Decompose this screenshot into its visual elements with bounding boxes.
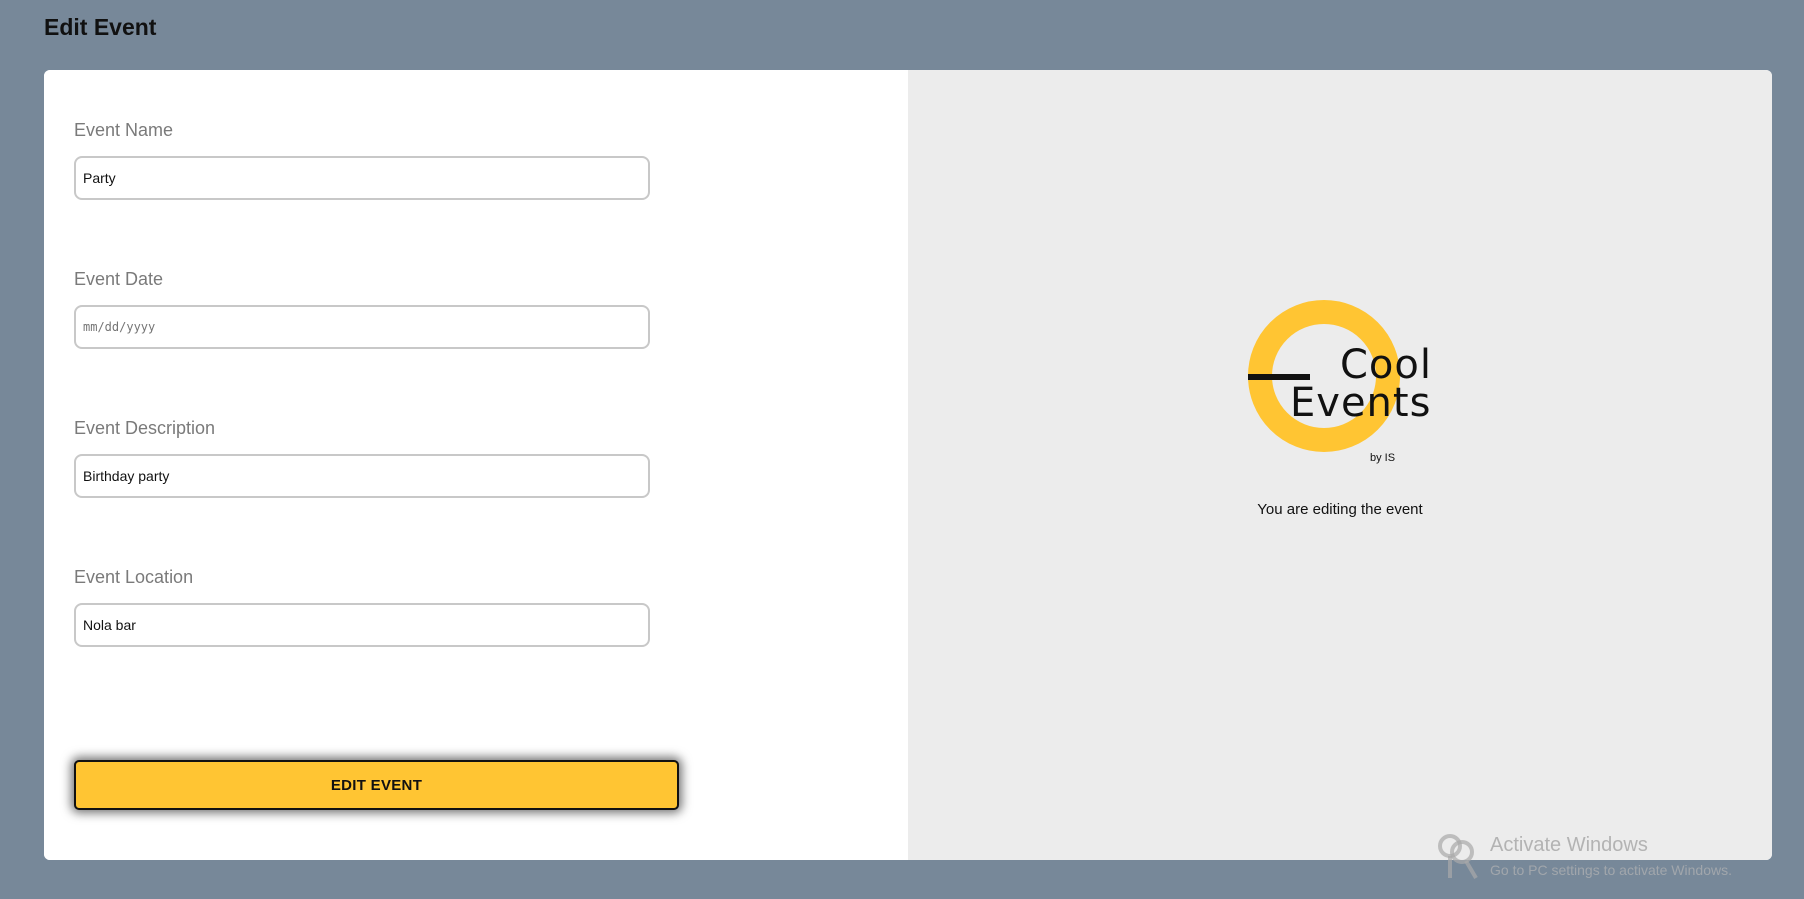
event-description-input[interactable] (74, 454, 650, 498)
cool-events-logo: Cool Events by IS (1248, 300, 1438, 475)
editing-status-text: You are editing the event (1257, 501, 1423, 518)
key-icon (1438, 834, 1478, 880)
event-name-label: Event Name (74, 120, 174, 140)
watermark-title: Activate Windows (1490, 834, 1648, 856)
event-description-label: Event Description (74, 418, 216, 438)
logo-byline: by IS (1370, 452, 1396, 464)
edit-event-form: Event Name Event Date Event Description … (44, 70, 908, 860)
watermark-subtitle: Go to PC settings to activate Windows. (1490, 862, 1732, 878)
event-location-label: Event Location (74, 567, 194, 587)
info-panel: Cool Events by IS You are editing the ev… (908, 70, 1772, 860)
event-date-input[interactable] (74, 305, 650, 349)
page-title: Edit Event (44, 14, 157, 40)
activate-windows-watermark: Activate Windows Go to PC settings to ac… (1430, 828, 1800, 888)
edit-event-button[interactable]: EDIT EVENT (74, 760, 679, 810)
event-location-input[interactable] (74, 603, 650, 647)
edit-event-card: Event Name Event Date Event Description … (44, 70, 1772, 860)
event-date-label: Event Date (74, 269, 164, 289)
event-name-input[interactable] (74, 156, 650, 200)
logo-text-events: Events (1290, 380, 1432, 426)
